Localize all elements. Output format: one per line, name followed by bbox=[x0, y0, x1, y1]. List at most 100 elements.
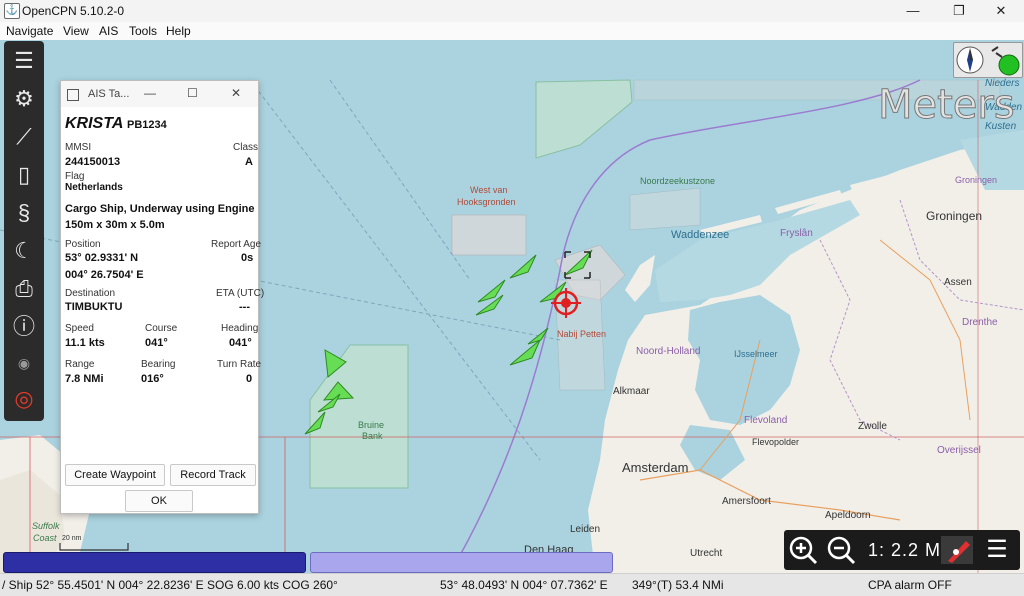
value-course: 041° bbox=[145, 337, 168, 349]
menu-bar: Navigate View AIS Tools Help bbox=[0, 22, 1024, 40]
night-mode-icon[interactable]: ☾ bbox=[8, 235, 40, 267]
opencpn-app-icon: ⚓ bbox=[4, 3, 20, 19]
label-suffolk: Suffolk bbox=[32, 521, 60, 531]
lifebuoy-icon[interactable]: ◎ bbox=[8, 383, 40, 415]
label-west-van: West van bbox=[470, 185, 508, 195]
menu-ais[interactable]: AIS bbox=[99, 24, 118, 38]
gear-icon[interactable]: ⚙ bbox=[8, 83, 40, 115]
depth-units-overlay: Meters bbox=[878, 82, 1016, 129]
ais-target-dialog: AIS Ta... — ☐ ✕ KRISTA PB1234 MMSI Class… bbox=[60, 80, 264, 514]
record-track-button[interactable]: Record Track bbox=[170, 464, 256, 486]
value-speed: 11.1 kts bbox=[65, 337, 105, 349]
chart-scale: 1: 2.2 M bbox=[868, 540, 942, 560]
label-zwolle: Zwolle bbox=[858, 421, 887, 432]
label-eta: ETA (UTC) bbox=[216, 288, 265, 299]
label-amsterdam: Amsterdam bbox=[622, 460, 689, 475]
ais-dialog-minimize-button[interactable]: — bbox=[144, 86, 156, 100]
menu-icon[interactable]: ☰ bbox=[8, 45, 40, 77]
label-noordzeekustzone: Noordzeekustzone bbox=[640, 176, 716, 186]
label-amersfoort: Amersfoort bbox=[722, 496, 771, 507]
label-bank: Bank bbox=[362, 431, 383, 441]
title-bar: ⚓ OpenCPN 5.10.2-0 — ❐ ✕ bbox=[0, 0, 1024, 22]
label-noord-holland: Noord-Holland bbox=[636, 346, 701, 357]
north-arrow-icon bbox=[956, 46, 1020, 76]
label-assen: Assen bbox=[944, 277, 972, 288]
value-report-age: 0s bbox=[241, 252, 254, 264]
value-type-status: Cargo Ship, Underway using Engine bbox=[65, 203, 255, 215]
value-longitude: 004° 26.7504' E bbox=[65, 269, 144, 281]
status-ship-position: / Ship 52° 55.4501' N 004° 22.8236' E SO… bbox=[2, 578, 338, 592]
label-groningen-province: Groningen bbox=[955, 175, 998, 185]
main-toolbar: ☰ ⚙ ⟋ ▯ § ☾ ⎙ ⓘ ◉ ◎ bbox=[4, 41, 44, 421]
value-latitude: 53° 02.9331' N bbox=[65, 252, 139, 264]
scale-bar-label: 20 nm bbox=[62, 535, 82, 542]
vessel-name: KRISTA bbox=[65, 115, 124, 132]
label-fryslan: Fryslân bbox=[780, 228, 813, 239]
chart-bar-light[interactable] bbox=[310, 552, 613, 573]
track-icon[interactable]: § bbox=[8, 197, 40, 229]
pages-icon[interactable]: ▯ bbox=[8, 159, 40, 191]
compass-widget[interactable] bbox=[953, 42, 1023, 78]
label-hooksgronden: Hooksgronden bbox=[457, 197, 516, 207]
create-waypoint-button[interactable]: Create Waypoint bbox=[65, 464, 165, 486]
menu-view[interactable]: View bbox=[63, 24, 89, 38]
label-destination: Destination bbox=[65, 288, 116, 299]
label-mmsi: MMSI bbox=[65, 142, 92, 153]
window-icon bbox=[67, 89, 79, 101]
label-turn-rate: Turn Rate bbox=[217, 359, 262, 370]
value-flag: Netherlands bbox=[65, 182, 123, 193]
chart-bar-dark[interactable] bbox=[3, 552, 306, 573]
menu-navigate[interactable]: Navigate bbox=[6, 24, 53, 38]
ais-dialog-titlebar: AIS Ta... — ☐ ✕ bbox=[61, 81, 258, 107]
label-position: Position bbox=[65, 239, 101, 250]
route-icon[interactable]: ⟋ bbox=[8, 121, 40, 153]
label-apeldoorn: Apeldoorn bbox=[825, 510, 871, 521]
menu-help[interactable]: Help bbox=[166, 24, 191, 38]
maximize-button[interactable]: ❐ bbox=[936, 0, 982, 22]
ok-button[interactable]: OK bbox=[125, 490, 193, 512]
zoom-out-button[interactable] bbox=[826, 535, 856, 565]
zoom-in-icon bbox=[789, 536, 818, 565]
status-cpa-alarm: CPA alarm OFF bbox=[868, 578, 952, 592]
value-heading: 041° bbox=[229, 337, 252, 349]
label-utrecht: Utrecht bbox=[690, 548, 723, 559]
label-groningen: Groningen bbox=[926, 209, 983, 223]
value-bearing: 016° bbox=[141, 373, 164, 385]
label-leiden: Leiden bbox=[570, 524, 601, 535]
zoom-in-button[interactable] bbox=[788, 535, 818, 565]
label-report-age: Report Age bbox=[211, 239, 262, 250]
minimize-button[interactable]: — bbox=[890, 0, 936, 22]
status-bearing-range: 349°(T) 53.4 NMi bbox=[632, 578, 724, 592]
label-flevopolder: Flevopolder bbox=[752, 437, 800, 447]
label-waddenzee: Waddenzee bbox=[671, 229, 730, 241]
window-title: OpenCPN 5.10.2-0 bbox=[22, 4, 125, 18]
follow-ship-button[interactable] bbox=[940, 535, 973, 565]
label-flevoland: Flevoland bbox=[744, 415, 788, 426]
zoom-out-icon bbox=[827, 536, 856, 565]
ais-dialog-body: KRISTA PB1234 MMSI Class 244150013 A Fla… bbox=[61, 107, 264, 513]
menu-tools[interactable]: Tools bbox=[129, 24, 157, 38]
ais-dialog-close-button[interactable]: ✕ bbox=[231, 86, 241, 100]
label-drenthe: Drenthe bbox=[962, 317, 998, 328]
value-dimensions: 150m x 30m x 5.0m bbox=[65, 219, 165, 231]
label-coast: Coast bbox=[33, 533, 57, 543]
vessel-callsign: PB1234 bbox=[127, 119, 167, 131]
close-button[interactable]: ✕ bbox=[978, 0, 1024, 22]
label-ijsselmeer: IJsselmeer bbox=[734, 349, 778, 359]
ais-dialog-maximize-button[interactable]: ☐ bbox=[187, 86, 198, 100]
help-icon[interactable]: ⓘ bbox=[8, 311, 40, 343]
zoom-control-bar: 1: 2.2 M ☰ bbox=[784, 530, 1020, 570]
value-turn-rate: 0 bbox=[246, 373, 253, 385]
hooksgronden-area bbox=[451, 214, 527, 256]
value-mmsi: 244150013 bbox=[65, 156, 121, 168]
value-range: 7.8 NMi bbox=[65, 373, 104, 385]
ais-dialog-title: AIS Ta... bbox=[88, 88, 130, 100]
hamburger-menu-icon[interactable]: ☰ bbox=[982, 535, 1012, 565]
label-heading: Heading bbox=[221, 323, 259, 334]
print-icon[interactable]: ⎙ bbox=[8, 273, 40, 305]
label-speed: Speed bbox=[65, 323, 94, 334]
label-range: Range bbox=[65, 359, 95, 370]
label-flag: Flag bbox=[65, 171, 85, 182]
ais-icon[interactable]: ◉ bbox=[8, 347, 40, 379]
value-class: A bbox=[245, 156, 253, 168]
